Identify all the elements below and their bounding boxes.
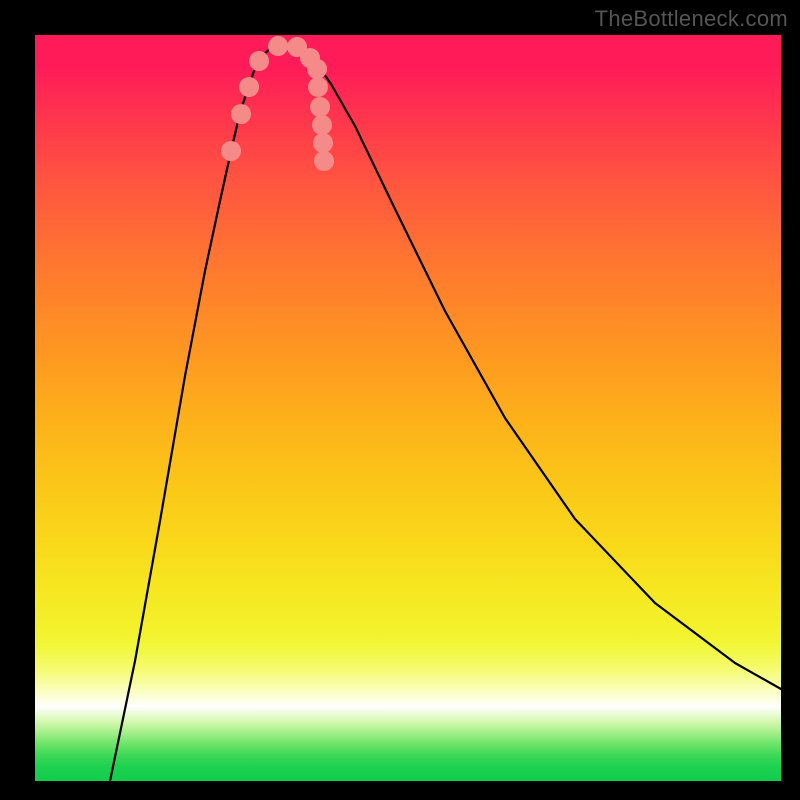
- marker-dots: [221, 36, 334, 171]
- marker-dot: [314, 151, 334, 171]
- plot-area: [35, 35, 781, 781]
- curve-path: [110, 45, 781, 781]
- curve-line: [110, 45, 781, 781]
- marker-dot: [239, 77, 259, 97]
- marker-dot: [249, 51, 269, 71]
- marker-dot: [231, 104, 251, 124]
- marker-dot: [308, 77, 328, 97]
- chart-frame: TheBottleneck.com: [0, 0, 800, 800]
- marker-dot: [307, 59, 327, 79]
- curve-svg: [35, 35, 781, 781]
- marker-dot: [310, 97, 330, 117]
- watermark-text: TheBottleneck.com: [595, 6, 788, 32]
- marker-dot: [312, 115, 332, 135]
- marker-dot: [313, 133, 333, 153]
- marker-dot: [221, 141, 241, 161]
- marker-dot: [268, 36, 288, 56]
